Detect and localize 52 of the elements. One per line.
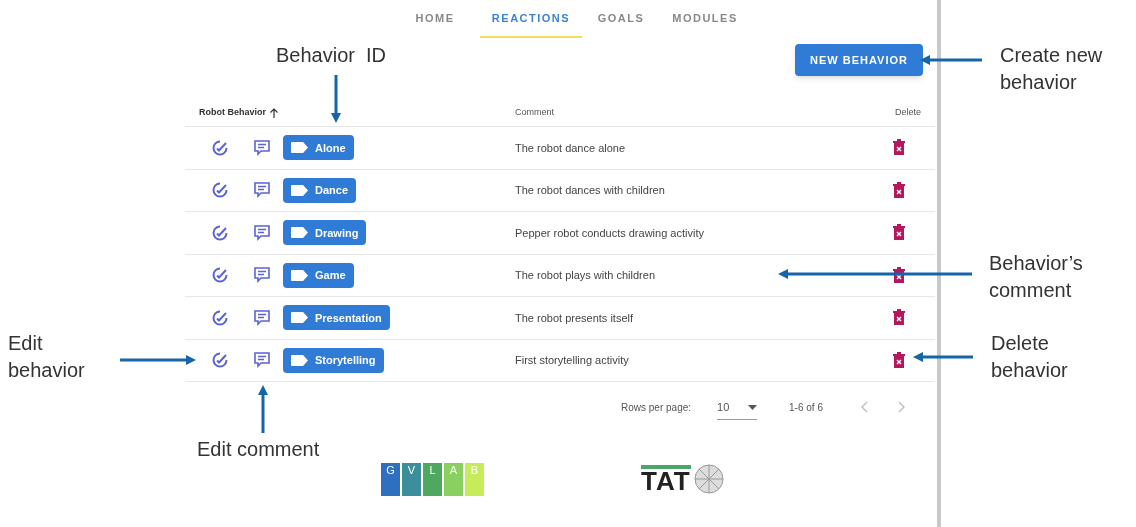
comment-cell: Pepper robot conducts drawing activity (515, 226, 704, 239)
rows-per-page-label: Rows per page: (621, 400, 692, 415)
behavior-chip[interactable]: Game (283, 262, 354, 288)
delete-icon[interactable] (892, 351, 906, 369)
tag-icon (291, 184, 308, 196)
tag-icon (291, 227, 308, 239)
new-behavior-button[interactable]: NEW BEHAVIOR (795, 44, 923, 76)
delete-icon[interactable] (892, 309, 906, 327)
comment-cell: First storytelling activity (515, 354, 629, 366)
delete-icon[interactable] (892, 181, 906, 199)
behavior-chip[interactable]: Drawing (283, 220, 367, 246)
annotation-label: Edit behavior (8, 331, 86, 383)
comment-icon[interactable] (253, 266, 271, 285)
annotation-label: Create new behavior (1000, 43, 1104, 95)
delete-icon[interactable] (892, 139, 906, 157)
sort-arrow-icon[interactable] (269, 107, 279, 119)
dropdown-caret-icon (748, 405, 758, 410)
annotation-label: Edit comment (197, 437, 321, 462)
tag-icon (291, 312, 308, 324)
page-range: 1-6 of 6 (789, 400, 823, 415)
annotation-label: Delete behavior (991, 331, 1069, 383)
gvlab-logo: G V L A B (381, 462, 484, 496)
column-header: Comment (515, 107, 554, 118)
comment-cell: The robot presents itself (515, 311, 633, 324)
nav-tab[interactable]: MODULES (660, 0, 750, 38)
delete-icon[interactable] (892, 224, 906, 242)
comment-icon[interactable] (253, 351, 271, 370)
rows-per-page-select[interactable]: 10 (717, 394, 758, 420)
tag-icon (291, 354, 308, 366)
behavior-chip[interactable]: Alone (283, 135, 354, 161)
behavior-chip[interactable]: Storytelling (283, 347, 384, 373)
nav-tab[interactable]: REACTIONS (480, 0, 582, 38)
column-header: Delete (895, 107, 921, 118)
nav-tab[interactable]: HOME (390, 0, 480, 38)
annotation-label: Behavior’s comment (989, 251, 1084, 303)
behavior-chip[interactable]: Presentation (283, 305, 390, 331)
annotation-label: Behavior ID (276, 43, 388, 68)
tat-logo: TAT (641, 465, 691, 493)
tag-icon (291, 269, 308, 281)
comment-icon[interactable] (253, 308, 271, 327)
tag-icon (291, 142, 308, 154)
delete-icon[interactable] (892, 266, 906, 284)
comment-cell: The robot dances with children (515, 184, 665, 196)
behavior-chip[interactable]: Dance (283, 177, 357, 203)
column-header[interactable]: Robot Behavior (199, 106, 266, 120)
comment-cell: The robot dance alone (515, 141, 626, 154)
comment-icon[interactable] (253, 138, 271, 157)
emblem-icon (692, 463, 725, 495)
nav-tab[interactable]: GOALS (582, 0, 660, 38)
comment-cell: The robot plays with children (515, 269, 655, 281)
comment-icon[interactable] (253, 223, 271, 242)
comment-icon[interactable] (253, 181, 271, 200)
